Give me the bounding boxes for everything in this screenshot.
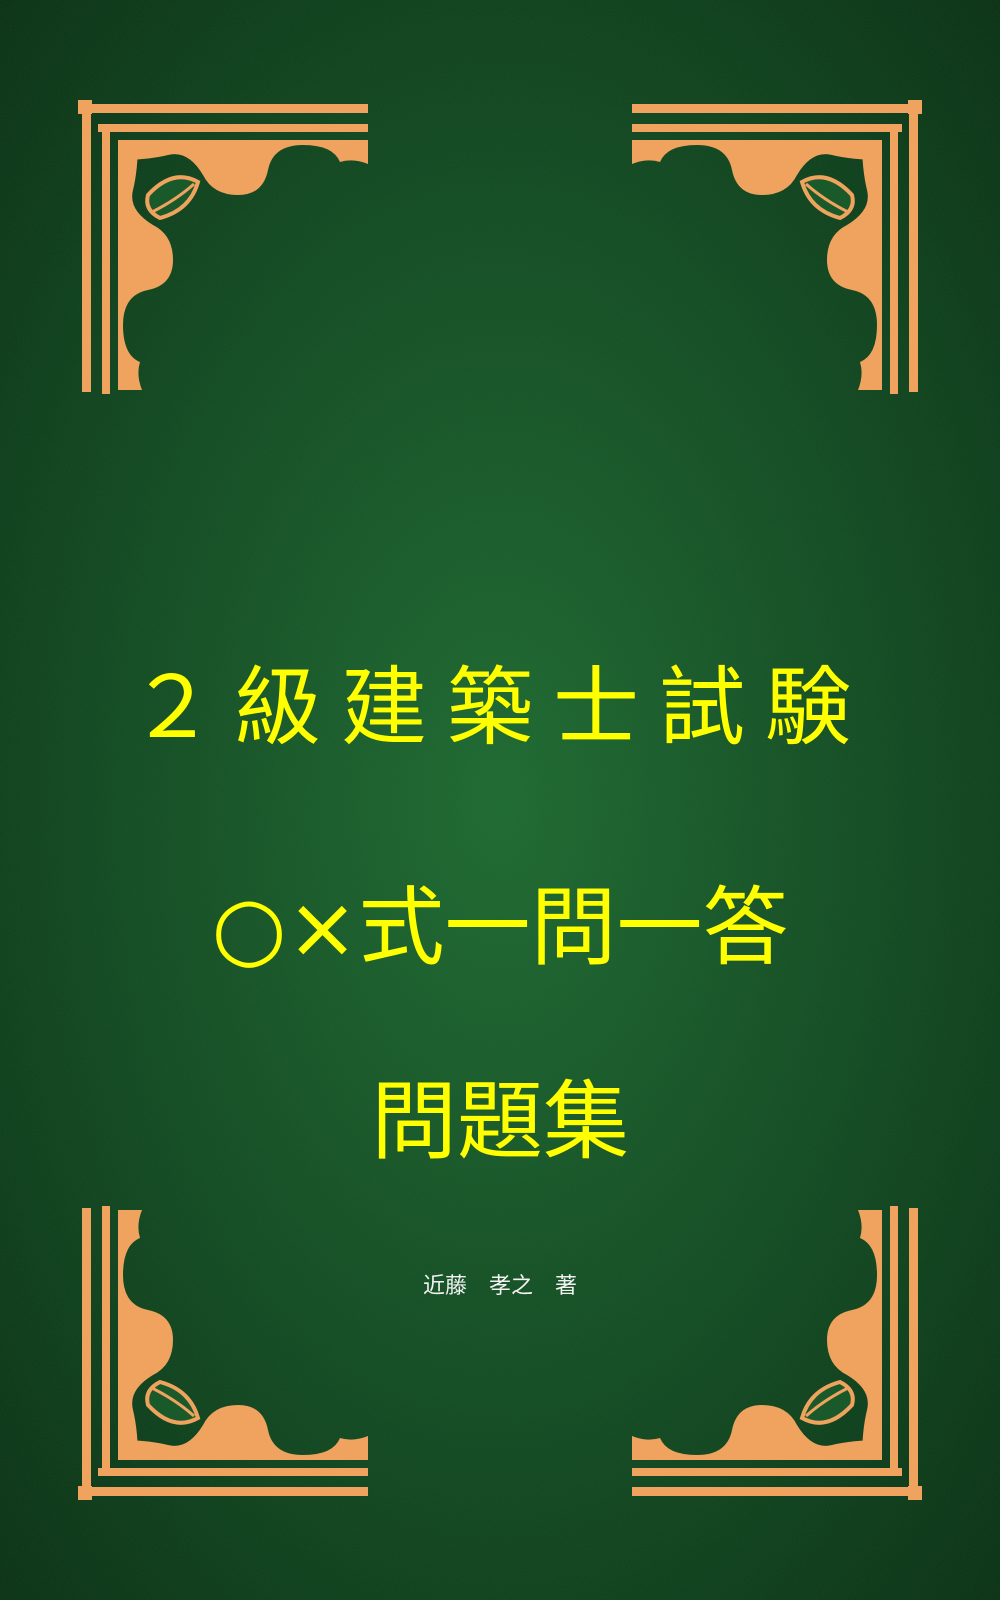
book-title-line-3: 問題集 <box>371 1072 629 1172</box>
corner-ornament-bottom-left-icon <box>78 1206 368 1500</box>
book-title-line-2: ○×式一問一答 <box>211 878 789 978</box>
corner-ornament-top-left-icon <box>78 100 368 394</box>
corner-ornament-top-right-icon <box>632 100 922 394</box>
corner-ornament-bottom-right-icon <box>632 1206 922 1500</box>
book-title-line-1: ２級建築士試験 <box>129 658 871 758</box>
book-cover: ２級建築士試験 ○×式一問一答 問題集 近藤 孝之 著 <box>0 0 1000 1600</box>
author-credit: 近藤 孝之 著 <box>422 1274 577 1299</box>
